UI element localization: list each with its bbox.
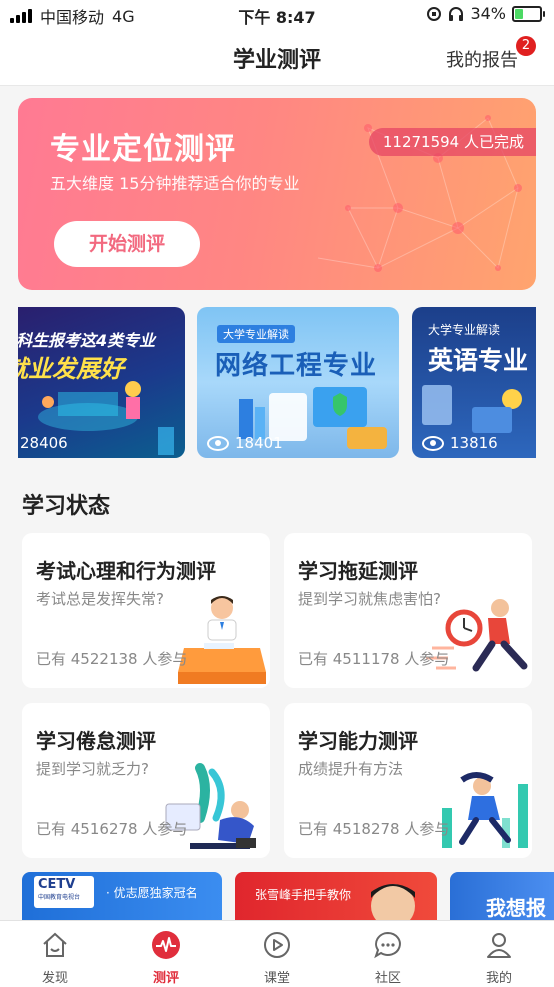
tab-classroom[interactable]: 课堂 (222, 921, 332, 987)
participant-count: 已有 4516278 人参与 (36, 820, 188, 838)
view-count-value: 13816 (450, 434, 498, 452)
pulse-icon (152, 931, 180, 959)
participant-count: 已有 4518278 人参与 (298, 820, 450, 838)
exam-student-illustration (178, 596, 266, 684)
eye-icon (422, 435, 444, 451)
section-title-study-status: 学习状态 (22, 494, 111, 519)
tab-label: 发现 (41, 971, 68, 986)
video-card[interactable]: 本科生报考这4类专业 就业发展好 28406 (18, 307, 185, 458)
promo-text: 张雪峰手把手教你 (255, 888, 352, 902)
video-title-line1: 本科生报考这4类专业 (18, 331, 156, 350)
nav-header: 学业测评 我的报告 2 (0, 30, 554, 86)
assessment-card-exam-psychology[interactable]: 考试心理和行为测评 考试总是发挥失常? 已有 4522138 人参与 (22, 533, 270, 688)
my-report-link[interactable]: 我的报告 (446, 46, 518, 72)
assessment-subtitle: 提到学习就焦虑害怕? (298, 590, 441, 608)
tab-label: 社区 (374, 971, 401, 986)
promo-text: · 优志愿独家冠名 (106, 886, 198, 900)
assessment-title: 考试心理和行为测评 (36, 559, 216, 583)
house-icon (43, 932, 67, 957)
battery-icon (512, 5, 545, 22)
promo-text: 我想报 (486, 896, 546, 920)
cetv-logo-text: CETV (38, 877, 76, 892)
running-clock-illustration (426, 599, 528, 672)
learning-growth-illustration (442, 772, 528, 848)
participant-count: 已有 4511178 人参与 (298, 650, 450, 668)
view-count-value: 18401 (235, 434, 283, 452)
battery-percent: 34% (470, 4, 506, 23)
tab-label: 测评 (152, 971, 179, 986)
tab-label: 课堂 (263, 971, 290, 986)
assessment-subtitle: 考试总是发挥失常? (36, 590, 164, 608)
headphones-icon (449, 6, 464, 21)
status-right: 34% (426, 4, 545, 23)
tab-community[interactable]: 社区 (333, 921, 443, 987)
bottom-tab-bar: 发现 测评 课堂 社区 我的 (0, 920, 554, 987)
start-assessment-button[interactable]: 开始测评 (54, 221, 200, 267)
tab-discover[interactable]: 发现 (0, 921, 110, 987)
report-badge: 2 (516, 36, 536, 56)
assessment-card-procrastination[interactable]: 学习拖延测评 提到学习就焦虑害怕? 已有 4511178 人参与 (284, 533, 532, 688)
banner-title: 专业定位测评 (50, 132, 236, 167)
banner-subtitle: 五大维度 15分钟推荐适合你的专业 (50, 174, 300, 193)
chat-icon (374, 931, 401, 959)
tired-student-illustration (165, 763, 256, 849)
video-title-line2: 就业发展好 (18, 355, 124, 383)
completed-count-pill: 11271594 人已完成 (368, 128, 536, 156)
assessment-title: 学习能力测评 (298, 729, 418, 753)
tab-label: 我的 (485, 971, 512, 986)
assessment-card-learning-ability[interactable]: 学习能力测评 成绩提升有方法 已有 4518278 人参与 (284, 703, 532, 858)
tab-assessment[interactable]: 测评 (111, 921, 221, 987)
assessment-title: 学习拖延测评 (298, 559, 418, 583)
assessment-title: 学习倦怠测评 (36, 729, 156, 753)
tab-me[interactable]: 我的 (444, 921, 554, 987)
video-card[interactable]: 大学专业解读 英语专业 13816 (412, 307, 536, 458)
promo-banner-zhang[interactable]: 张雪峰手把手教你 (235, 872, 437, 922)
eye-icon (207, 435, 229, 451)
cetv-logo-subtext: 中国教育电视台 (38, 894, 81, 901)
view-count: 18401 (207, 434, 283, 452)
major-assessment-banner[interactable]: 专业定位测评 五大维度 15分钟推荐适合你的专业 11271594 人已完成 开… (18, 98, 536, 290)
orientation-lock-icon (427, 6, 442, 21)
view-count-value: 28406 (20, 434, 68, 452)
play-icon (264, 932, 290, 958)
view-count: 28406 (20, 434, 68, 452)
status-bar: 中国移动 4G 下午 8:47 34% (0, 0, 554, 30)
assessment-subtitle: 提到学习就乏力? (36, 760, 149, 778)
view-count: 13816 (422, 434, 498, 452)
promo-banner-cetv[interactable]: CETV 中国教育电视台 · 优志愿独家冠名 (22, 872, 222, 922)
cetv-logo: CETV 中国教育电视台 (34, 876, 94, 908)
person-icon (487, 933, 511, 958)
assessment-subtitle: 成绩提升有方法 (298, 760, 404, 778)
video-card[interactable]: 大学专业解读 网络工程专业 18401 (197, 307, 399, 458)
promo-banner-apply[interactable]: 我想报 (450, 872, 554, 922)
participant-count: 已有 4522138 人参与 (36, 650, 188, 668)
presenter-portrait (371, 884, 415, 922)
assessment-card-burnout[interactable]: 学习倦怠测评 提到学习就乏力? 已有 4516278 人参与 (22, 703, 270, 858)
